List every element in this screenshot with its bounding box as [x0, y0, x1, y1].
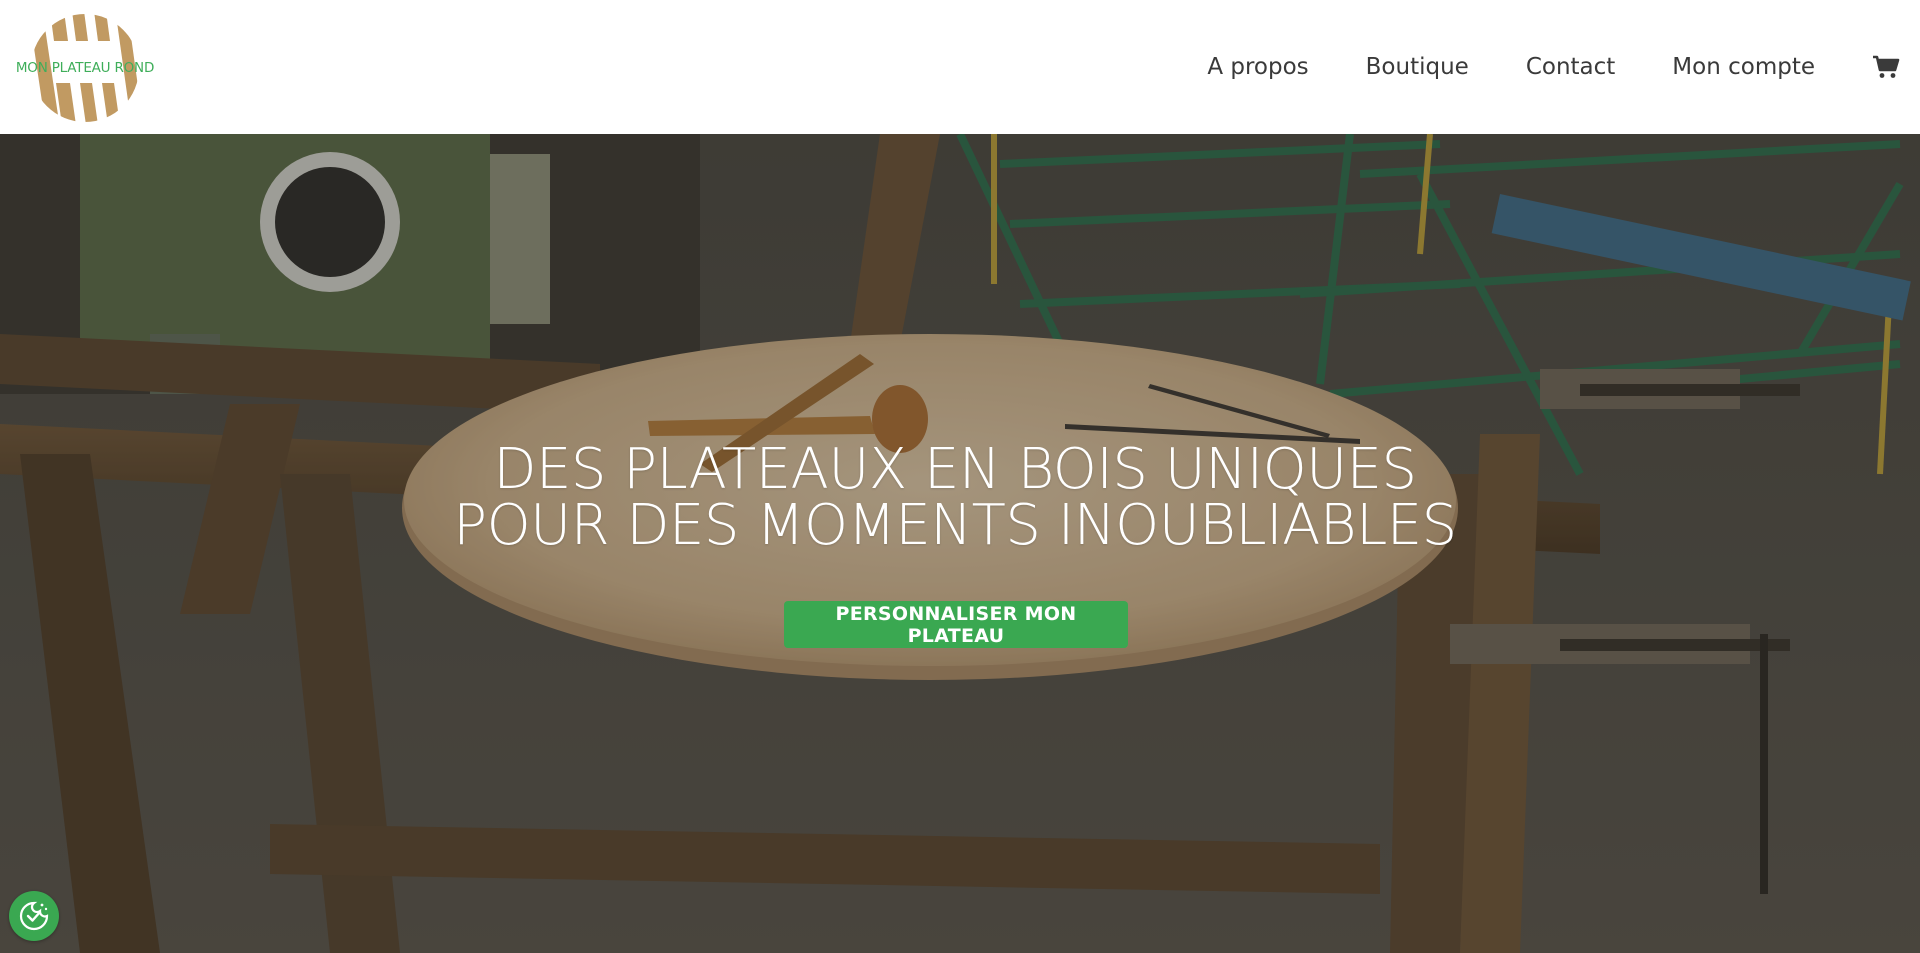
customize-tray-button[interactable]: PERSONNALISER MON PLATEAU: [784, 601, 1128, 648]
cart-icon[interactable]: [1872, 54, 1900, 80]
nav-item-mon-compte[interactable]: Mon compte: [1672, 54, 1815, 80]
hero-headline: DES PLATEAUX EN BOIS UNIQUES POUR DES MO…: [0, 442, 1910, 554]
nav-item-contact[interactable]: Contact: [1526, 54, 1615, 80]
logo-text: MON PLATEAU ROND: [15, 60, 155, 76]
site-logo[interactable]: MON PLATEAU ROND: [10, 7, 160, 127]
hero-headline-line-2: POUR DES MOMENTS INOUBLIABLES: [453, 493, 1457, 558]
hero-section: DES PLATEAUX EN BOIS UNIQUES POUR DES MO…: [0, 134, 1920, 953]
cookie-consent-icon: [19, 901, 49, 931]
site-header: MON PLATEAU ROND A propos Boutique Conta…: [0, 0, 1920, 134]
nav-item-a-propos[interactable]: A propos: [1207, 54, 1308, 80]
cookie-consent-button[interactable]: [9, 891, 59, 941]
nav-item-boutique[interactable]: Boutique: [1366, 54, 1469, 80]
main-nav: A propos Boutique Contact Mon compte: [1207, 0, 1900, 134]
hero-headline-line-1: DES PLATEAUX EN BOIS UNIQUES: [493, 437, 1417, 502]
